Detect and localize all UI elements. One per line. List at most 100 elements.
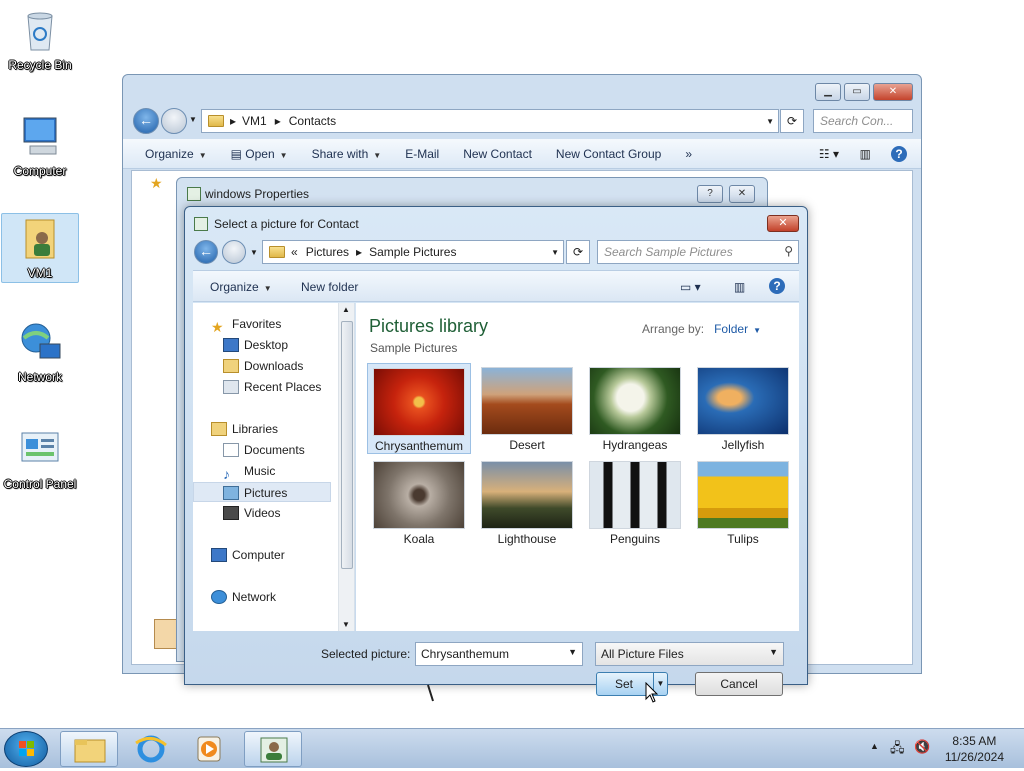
network-tray-icon[interactable]: 🖧 [890,739,905,761]
file-list-pane: Pictures library Sample Pictures Arrange… [356,303,799,631]
system-clock[interactable]: 8:35 AM 11/26/2024 [945,733,1004,765]
scroll-up-icon[interactable]: ▲ [342,305,350,314]
taskbar-internet-explorer[interactable] [122,731,180,767]
control-panel-icon [16,425,64,473]
taskbar-explorer[interactable] [60,731,118,767]
nav-documents[interactable]: Documents [223,440,305,460]
nav-computer[interactable]: Computer [211,545,285,565]
navigation-pane: ★ Favorites Desktop Downloads Recent Plac… [193,303,355,631]
taskbar-contacts[interactable] [244,731,302,767]
new-contact-button[interactable]: New Contact [451,147,544,161]
nav-scrollbar[interactable]: ▲ ▼ [338,303,354,631]
downloads-icon [223,358,239,373]
scrollbar-thumb[interactable] [341,321,353,569]
forward-button[interactable] [161,108,187,134]
breadcrumb-contacts[interactable]: Contacts [289,114,336,128]
nav-desktop[interactable]: Desktop [223,335,288,355]
desktop-icon-vm1[interactable]: VM1 [1,213,79,283]
maximize-button[interactable]: ▭ [844,83,870,101]
share-with-menu[interactable]: Share with ▼ [300,147,394,161]
thumbnail-hydrangeas[interactable]: Hydrangeas [583,363,687,452]
selected-picture-field[interactable]: Chrysanthemum ▼ [415,642,583,666]
desert-image [481,367,573,435]
thumbnail-jellyfish[interactable]: Jellyfish [691,363,795,452]
more-commands-button[interactable]: » [673,147,704,161]
recycle-bin-icon [16,6,64,54]
open-menu[interactable]: ▤ Open ▼ [219,147,300,161]
back-button[interactable]: ← [133,108,159,134]
thumbnail-desert[interactable]: Desert [475,363,579,452]
koala-image [373,461,465,529]
desktop-icon-control-panel[interactable]: Control Panel [1,425,79,491]
nav-music[interactable]: ♪ Music [223,461,275,482]
view-options-icon[interactable]: ☷ ▾ [819,147,839,161]
chevron-down-icon[interactable]: ▼ [769,647,778,657]
open-icon: ▤ [230,146,246,161]
organize-menu[interactable]: Organize ▼ [210,280,272,294]
preview-pane-icon[interactable]: ▥ [734,280,745,294]
search-input[interactable]: Search Con... [813,109,913,133]
organize-menu[interactable]: Organize ▼ [133,147,219,161]
volume-muted-icon[interactable]: 🔇 [914,739,930,755]
documents-icon [223,442,239,457]
arrange-by[interactable]: Arrange by: Folder ▼ [642,322,761,336]
start-button[interactable] [4,731,48,767]
chevron-down-icon[interactable]: ▼ [189,115,197,124]
nav-network[interactable]: Network [211,587,276,607]
dialog-title: Select a picture for Contact [214,217,359,231]
user-folder-icon [16,214,64,262]
close-button[interactable]: ✕ [873,83,913,101]
nav-videos[interactable]: Videos [223,503,280,523]
cancel-button[interactable]: Cancel [695,672,783,696]
desktop-icon-label: Network [17,370,62,384]
contact-avatar[interactable] [154,619,178,649]
minimize-button[interactable]: ▁ [815,83,841,101]
thumbnail-penguins[interactable]: Penguins [583,457,687,546]
folder-icon [208,115,224,127]
new-contact-group-button[interactable]: New Contact Group [544,147,673,161]
taskbar-media-player[interactable] [180,731,238,767]
help-button[interactable]: ? [697,185,723,203]
thumbnail-tulips[interactable]: Tulips [691,457,795,546]
view-options-icon[interactable]: ▭ ▾ [680,280,701,294]
desktop-icon-network[interactable]: Network [1,318,79,384]
music-icon: ♪ [223,465,230,482]
select-picture-dialog: Select a picture for Contact ✕ ← ▼ « Pic… [184,206,808,703]
chrysanthemum-image [373,368,465,436]
chevron-down-icon[interactable]: ▼ [568,647,577,657]
address-bar[interactable]: ▸ VM1 ▸ Contacts ▼ [201,109,779,133]
nav-recent-places[interactable]: Recent Places [223,377,321,397]
close-button[interactable]: ✕ [729,185,755,203]
thumbnail-koala[interactable]: Koala [367,457,471,546]
videos-icon [223,505,239,520]
close-button[interactable]: ✕ [767,215,799,232]
scroll-down-icon[interactable]: ▼ [342,620,350,629]
refresh-button[interactable]: ⟳ [780,109,804,133]
internet-explorer-icon [135,735,167,763]
thumbnail-chrysanthemum[interactable]: Chrysanthemum [367,363,471,454]
file-type-filter[interactable]: All Picture Files ▼ [595,642,784,666]
desktop-icon-recycle-bin[interactable]: Recycle Bin [1,6,79,72]
nav-libraries[interactable]: Libraries [211,419,278,439]
breadcrumb-vm1[interactable]: VM1 [242,114,267,128]
desktop-icon-label: Recycle Bin [8,58,72,72]
library-subtitle: Sample Pictures [370,341,458,355]
nav-downloads[interactable]: Downloads [223,356,303,376]
dialog-footer: Selected picture: Chrysanthemum ▼ All Pi… [193,632,799,703]
thumbnail-lighthouse[interactable]: Lighthouse [475,457,579,546]
star-icon: ★ [211,318,224,335]
star-icon: ★ [150,175,163,191]
help-icon[interactable]: ? [891,145,907,162]
nav-favorites[interactable]: ★ Favorites [211,314,281,335]
contact-card-icon [187,187,201,201]
desktop-icon-computer[interactable]: Computer [1,112,79,178]
help-icon[interactable]: ? [769,278,785,294]
show-hidden-icons-icon[interactable]: ▲ [870,741,879,751]
preview-pane-icon[interactable]: ▥ [860,147,871,161]
folder-icon [74,739,106,763]
pictures-icon [223,485,239,500]
nav-pictures[interactable]: Pictures [193,482,331,502]
dialog-toolbar: Organize ▼ New folder ▭ ▾ ▥ ? [193,270,799,302]
email-button[interactable]: E-Mail [393,147,451,161]
new-folder-button[interactable]: New folder [301,280,358,294]
